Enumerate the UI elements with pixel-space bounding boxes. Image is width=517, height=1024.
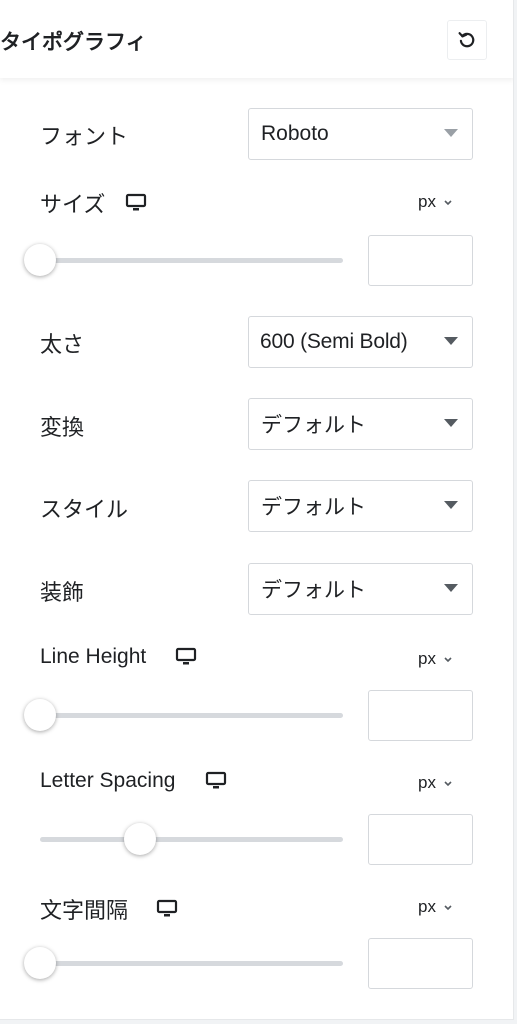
style-select[interactable]: デフォルト (248, 480, 473, 532)
desktop-monitor-icon[interactable] (156, 899, 178, 919)
size-input[interactable] (368, 235, 473, 286)
weight-select[interactable]: 600 (Semi Bold) (248, 316, 473, 368)
letter-spacing-input[interactable] (368, 814, 473, 865)
decoration-label: 装飾 (40, 580, 85, 605)
line-height-slider-thumb[interactable] (24, 699, 56, 731)
size-slider-thumb[interactable] (24, 244, 56, 276)
caret-down-icon (444, 501, 458, 509)
caret-down-icon (444, 419, 458, 427)
caret-down-icon (444, 129, 458, 137)
caret-down-icon (444, 584, 458, 592)
letter-spacing-unit-label: px (418, 773, 436, 792)
word-spacing-slider[interactable] (24, 947, 343, 979)
typography-panel: タイポグラフィ フォント Roboto サイズ px 太さ 600 (Semi … (0, 0, 514, 1020)
word-spacing-label: 文字間隔 (40, 898, 129, 923)
line-height-unit-dropdown[interactable]: px (418, 649, 453, 669)
word-spacing-slider-thumb[interactable] (24, 947, 56, 979)
line-height-unit-label: px (418, 649, 436, 668)
size-slider[interactable] (24, 244, 343, 276)
line-height-slider[interactable] (24, 699, 343, 731)
weight-select-value: 600 (Semi Bold) (260, 330, 408, 353)
decoration-select[interactable]: デフォルト (248, 563, 473, 615)
font-label: フォント (40, 124, 129, 149)
size-label: サイズ (40, 192, 106, 217)
chevron-down-icon (443, 655, 453, 663)
transform-select-value: デフォルト (261, 414, 366, 437)
chevron-down-icon (443, 198, 453, 206)
reset-icon (457, 30, 477, 50)
caret-down-icon (444, 337, 458, 345)
decoration-select-value: デフォルト (261, 579, 366, 602)
word-spacing-label-row: 文字間隔 (40, 893, 178, 925)
desktop-monitor-icon[interactable] (205, 771, 227, 791)
line-height-label-row: Line Height (40, 645, 197, 669)
desktop-monitor-icon[interactable] (175, 647, 197, 667)
letter-spacing-unit-dropdown[interactable]: px (418, 773, 453, 793)
panel-title: タイポグラフィ (0, 31, 147, 54)
word-spacing-input[interactable] (368, 938, 473, 989)
size-unit-label: px (418, 192, 436, 211)
letter-spacing-slider[interactable] (40, 823, 343, 855)
transform-select[interactable]: デフォルト (248, 398, 473, 450)
weight-label: 太さ (40, 332, 85, 357)
letter-spacing-label-row: Letter Spacing (40, 769, 227, 793)
desktop-monitor-icon[interactable] (125, 193, 147, 213)
line-height-label: Line Height (40, 645, 147, 668)
style-label: スタイル (40, 497, 129, 522)
panel-header: タイポグラフィ (0, 0, 513, 78)
line-height-input[interactable] (368, 690, 473, 741)
size-label-row: サイズ (40, 187, 147, 219)
style-select-value: デフォルト (261, 496, 366, 519)
chevron-down-icon (443, 903, 453, 911)
word-spacing-unit-label: px (418, 897, 436, 916)
letter-spacing-label: Letter Spacing (40, 769, 176, 792)
font-select[interactable]: Roboto (248, 108, 473, 160)
transform-label: 変換 (40, 415, 85, 440)
word-spacing-unit-dropdown[interactable]: px (418, 897, 453, 917)
chevron-down-icon (443, 779, 453, 787)
size-unit-dropdown[interactable]: px (418, 192, 453, 212)
font-select-value: Roboto (261, 122, 329, 145)
letter-spacing-slider-thumb[interactable] (123, 823, 156, 855)
reset-button[interactable] (447, 20, 487, 60)
